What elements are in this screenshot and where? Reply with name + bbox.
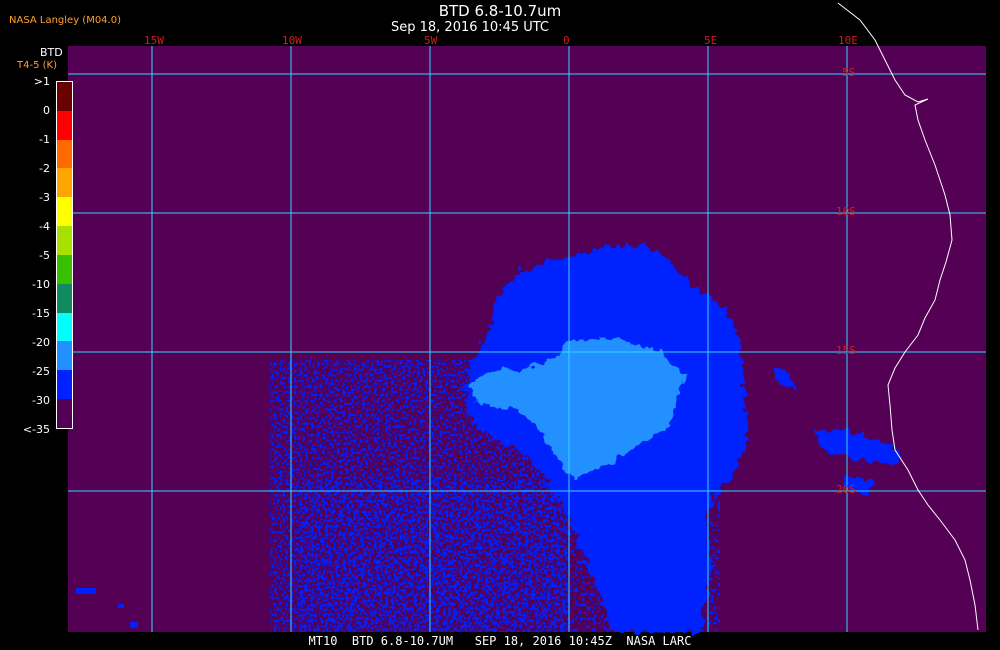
colorbar-tick-label: >1 [33,75,50,88]
satellite-map [68,2,986,632]
lon-label: 10W [282,34,302,47]
colorbar-swatch [57,197,72,227]
colorbar-swatch [57,254,72,284]
producer-label: NASA Langley (M04.0) [9,15,121,26]
colorbar-tick-label: -3 [39,191,50,204]
lon-label: 0 [563,34,570,47]
lon-label: 10E [838,34,858,47]
lon-label: 5E [704,34,718,47]
colorbar-swatch [57,399,72,428]
colorbar-swatch [57,370,72,400]
lat-label: 10S [836,205,856,218]
lon-label: 5W [424,34,438,47]
colorbar-tick-label: -1 [39,133,50,146]
colorbar [56,81,73,429]
colorbar-tick-label: -25 [32,365,50,378]
colorbar-swatch [57,82,72,111]
colorbar-tick-label: -4 [39,220,50,233]
colorbar-swatch [57,341,72,371]
footer-caption: MT10 BTD 6.8-10.7UM SEP 18, 2016 10:45Z … [308,634,692,648]
colorbar-tick-label: <-35 [22,423,50,436]
colorbar-swatch [57,139,72,169]
colorbar-tick-label: -20 [32,336,50,349]
colorbar-swatch [57,226,72,255]
colorbar-tick-label: 0 [43,104,50,117]
colorbar-title: BTD [40,46,63,59]
colorbar-units: T4-5 (K) [17,60,57,71]
colorbar-swatch [57,312,72,342]
colorbar-tick-label: -15 [32,307,50,320]
image-title: BTD 6.8-10.7um [438,2,562,20]
lat-label: 5S [842,66,856,79]
colorbar-swatch [57,168,72,198]
colorbar-tick-label: -10 [32,278,50,291]
lat-label: 20S [836,483,856,496]
lat-label: 15S [836,344,856,357]
colorbar-tick-label: -2 [39,162,50,175]
colorbar-swatch [57,110,72,140]
colorbar-swatch [57,283,72,313]
colorbar-tick-label: -5 [39,249,50,262]
colorbar-tick-label: -30 [32,394,50,407]
image-subtitle: Sep 18, 2016 10:45 UTC [390,20,550,35]
lon-label: 15W [144,34,164,47]
